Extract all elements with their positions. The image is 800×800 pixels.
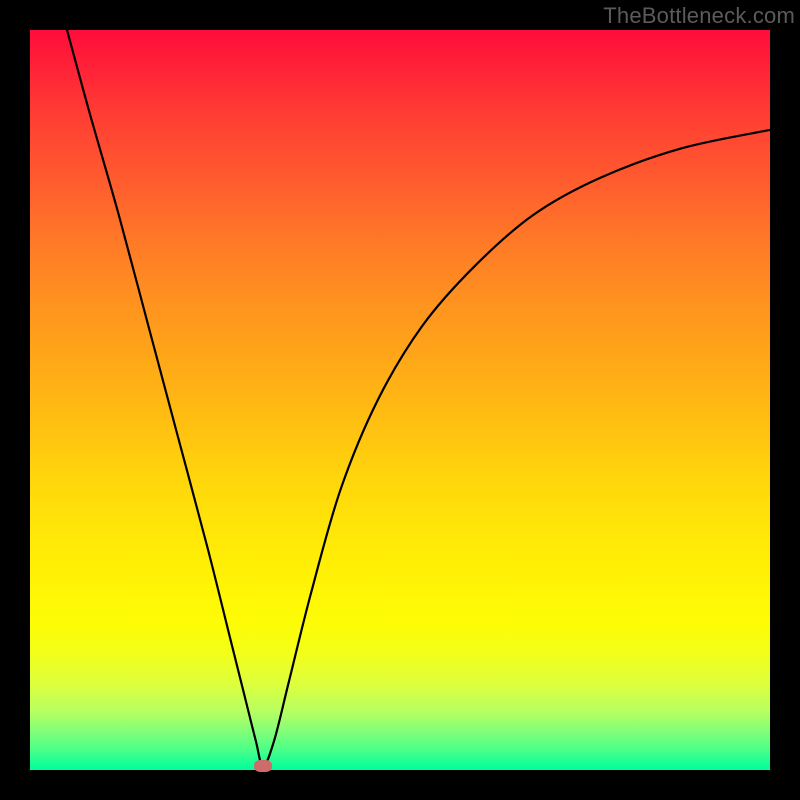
- bottleneck-curve: [30, 30, 770, 770]
- watermark-text: TheBottleneck.com: [603, 3, 795, 29]
- chart-frame: TheBottleneck.com: [0, 0, 800, 800]
- plot-area: [30, 30, 770, 770]
- minimum-marker: [254, 760, 272, 772]
